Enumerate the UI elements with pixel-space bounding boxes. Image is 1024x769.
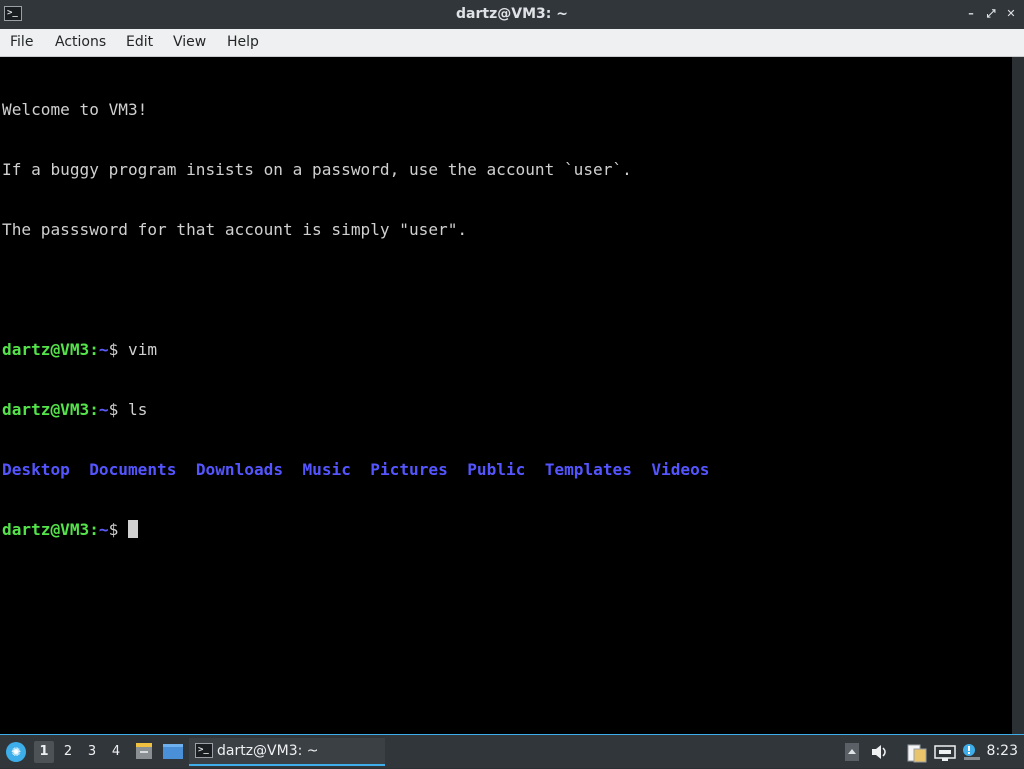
prompt-sign: $ xyxy=(108,400,129,419)
prompt-sign: $ xyxy=(108,340,129,359)
terminal-icon: >_ xyxy=(195,743,213,758)
prompt-directory: ~ xyxy=(98,400,109,419)
prompt-user: dartz@VM3 xyxy=(2,520,90,539)
command-text: vim xyxy=(128,340,158,359)
clipboard-icon[interactable] xyxy=(906,743,928,763)
terminal-prompt-line: dartz@VM3:~$ vim xyxy=(2,340,709,360)
task-label: dartz@VM3: ~ xyxy=(217,743,319,759)
prompt-separator: : xyxy=(89,520,99,539)
prompt-user: dartz@VM3 xyxy=(2,340,90,359)
terminal-line: If a buggy program insists on a password… xyxy=(2,160,632,179)
notification-icon[interactable] xyxy=(960,743,982,761)
close-button[interactable]: ✕ xyxy=(1005,8,1017,20)
dir-entry: Downloads xyxy=(195,460,284,479)
window-titlebar[interactable]: >_ dartz@VM3: ~ – ⤢ ✕ xyxy=(0,0,1024,29)
clock[interactable]: 8:23 xyxy=(987,735,1018,768)
desktop-switch-3[interactable]: 3 xyxy=(82,741,102,763)
terminal-scrollbar[interactable] xyxy=(1012,57,1024,734)
prompt-separator: : xyxy=(89,340,99,359)
show-desktop-icon[interactable] xyxy=(163,743,183,760)
terminal-prompt-line: dartz@VM3:~$ xyxy=(2,520,709,540)
dir-entry: Desktop xyxy=(2,460,70,479)
prompt-directory: ~ xyxy=(98,520,109,539)
network-icon[interactable] xyxy=(934,743,956,761)
window-title: dartz@VM3: ~ xyxy=(456,6,568,22)
terminal-view[interactable]: Welcome to VM3! If a buggy program insis… xyxy=(0,57,1012,734)
prompt-separator: : xyxy=(89,400,99,419)
dir-entry: Public xyxy=(467,460,526,479)
ls-output-line: Desktop Documents Downloads Music Pictur… xyxy=(2,460,709,480)
maximize-button[interactable]: ⤢ xyxy=(985,8,997,20)
volume-icon[interactable] xyxy=(870,743,890,761)
prompt-user: dartz@VM3 xyxy=(2,400,90,419)
file-manager-icon[interactable] xyxy=(135,743,153,760)
desktop-switch-2[interactable]: 2 xyxy=(58,741,78,763)
terminal-prompt-line: dartz@VM3:~$ ls xyxy=(2,400,709,420)
dir-entry: Pictures xyxy=(370,460,448,479)
taskbar: ✺ 1 2 3 4 >_ dartz@VM3: ~ 8:23 xyxy=(0,734,1024,768)
dir-entry: Music xyxy=(302,460,351,479)
dir-entry: Documents xyxy=(89,460,177,479)
prompt-directory: ~ xyxy=(98,340,109,359)
lxqt-start-icon[interactable]: ✺ xyxy=(6,742,26,762)
desktop-switch-1[interactable]: 1 xyxy=(34,741,54,763)
terminal-line: Welcome to VM3! xyxy=(2,100,148,119)
desktop-switch-4[interactable]: 4 xyxy=(106,741,126,763)
dir-entry: Videos xyxy=(651,460,710,479)
menu-view[interactable]: View xyxy=(173,29,206,56)
tray-arrow-icon[interactable] xyxy=(844,743,860,761)
command-text: ls xyxy=(128,400,148,419)
menu-help[interactable]: Help xyxy=(227,29,259,56)
dir-entry: Templates xyxy=(544,460,632,479)
prompt-sign: $ xyxy=(108,520,129,539)
menu-edit[interactable]: Edit xyxy=(126,29,153,56)
terminal-line: The passsword for that account is simply… xyxy=(2,220,468,239)
menu-actions[interactable]: Actions xyxy=(55,29,106,56)
text-cursor xyxy=(128,520,139,538)
menubar: File Actions Edit View Help xyxy=(0,29,1024,57)
task-terminal[interactable]: >_ dartz@VM3: ~ xyxy=(189,738,385,766)
menu-file[interactable]: File xyxy=(10,29,33,56)
minimize-button[interactable]: – xyxy=(965,8,977,20)
